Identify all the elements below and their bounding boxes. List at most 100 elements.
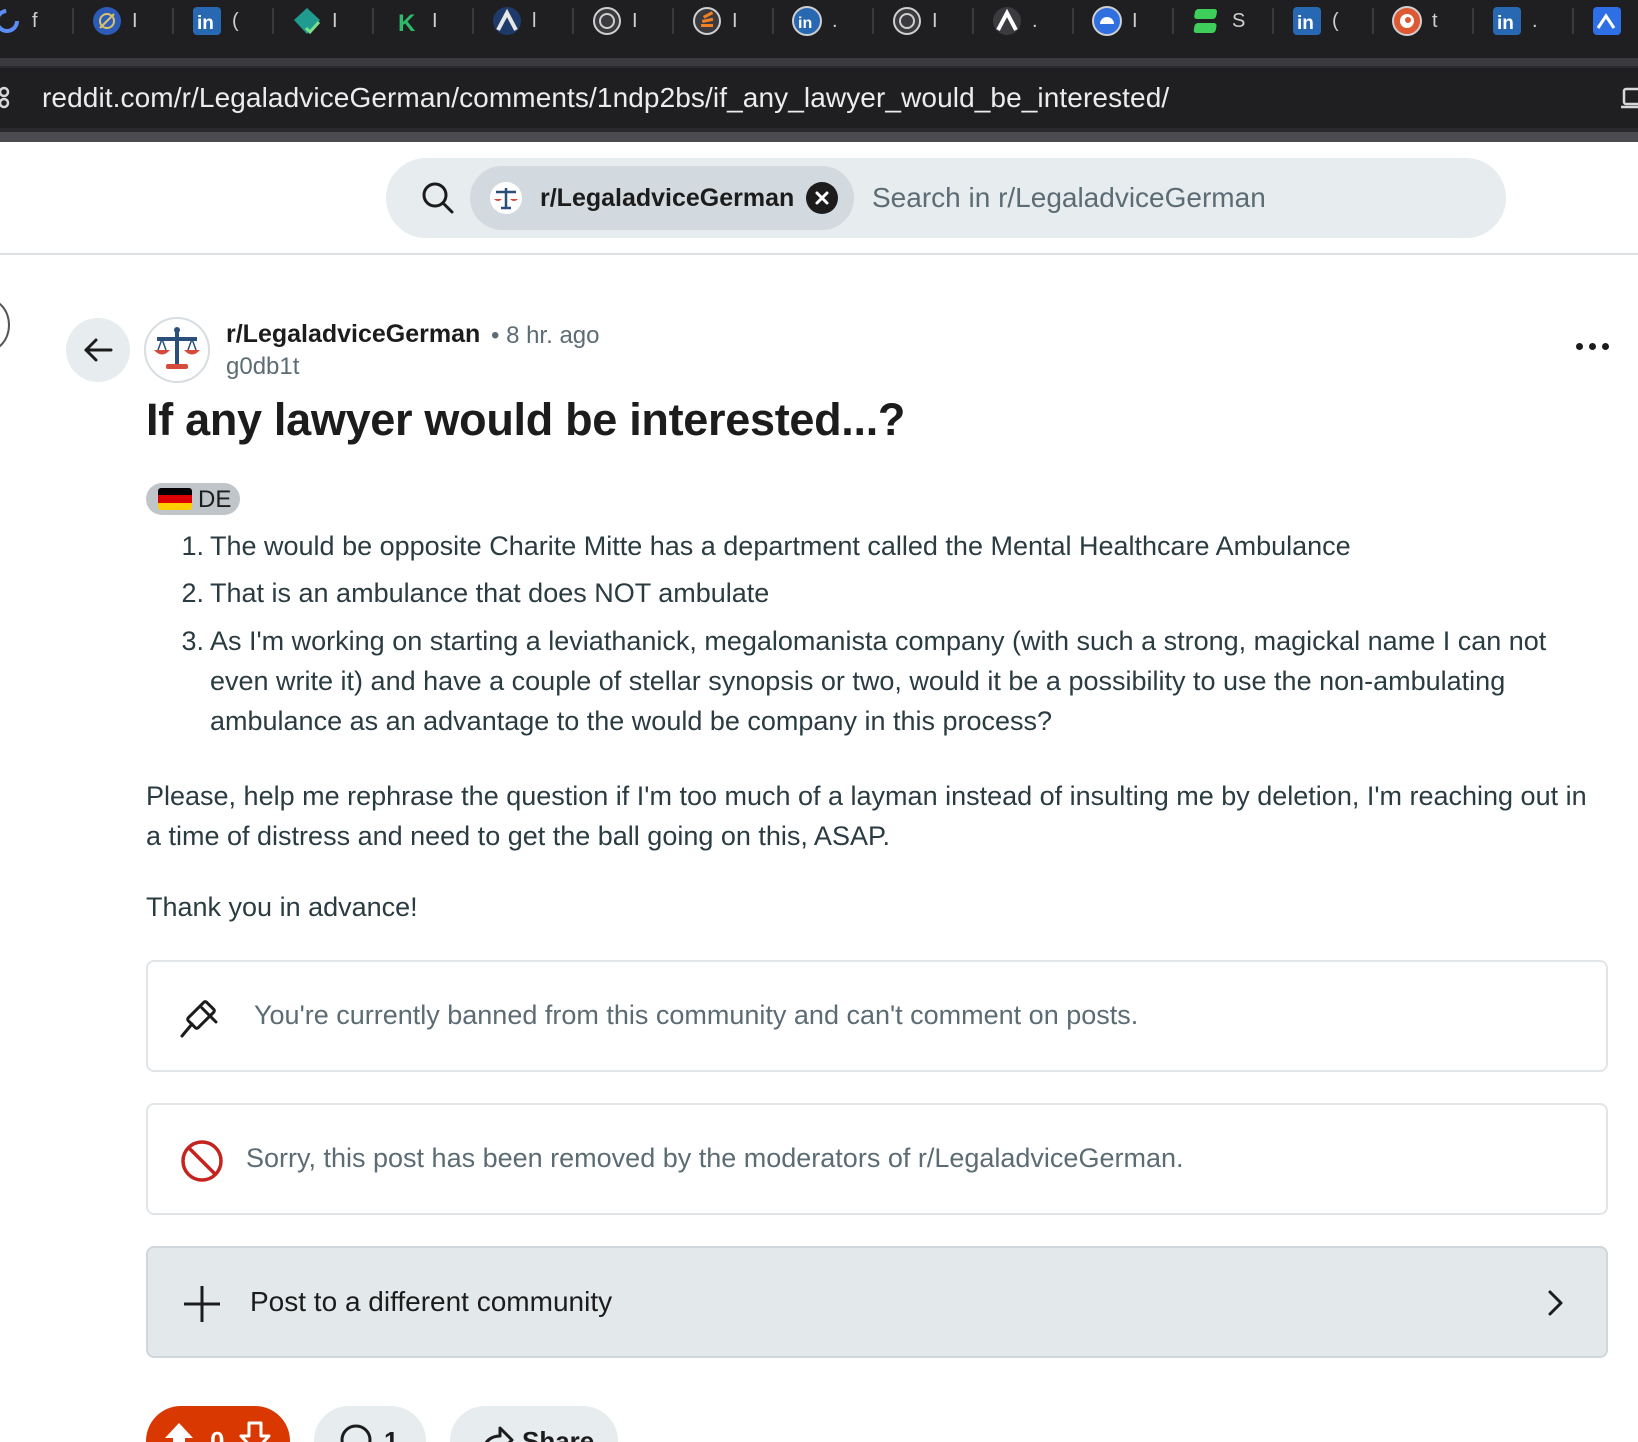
browser-tab[interactable]: I: [276, 0, 376, 42]
linkedin-icon: in: [1492, 6, 1522, 36]
post-paragraph: Thank you in advance!: [146, 892, 418, 922]
list-item-text: That is an ambulance that does NOT ambul…: [210, 578, 770, 608]
browser-tab[interactable]: I: [876, 0, 976, 42]
share-arrow-icon: [484, 1426, 514, 1442]
tab-title: I: [432, 10, 438, 32]
diamond-check-icon: [292, 6, 322, 36]
downvote-icon[interactable]: [238, 1420, 272, 1442]
browser-tab[interactable]: in .: [776, 0, 876, 42]
svg-text:in: in: [1297, 13, 1314, 34]
arch-logo-icon: [492, 6, 522, 36]
vote-pill: 0: [146, 1406, 290, 1442]
post-author-link[interactable]: g0db1t: [226, 353, 299, 381]
tab-title: I: [1132, 10, 1138, 32]
address-bar-divider: [0, 132, 1638, 142]
linkedin-icon: in: [192, 6, 222, 36]
browser-tab[interactable]: in .: [1476, 0, 1576, 42]
browser-tab[interactable]: .: [976, 0, 1076, 42]
tab-title: (: [232, 10, 239, 32]
subreddit-avatar[interactable]: [144, 317, 210, 383]
tab-title: I: [732, 10, 738, 32]
tab-title: (: [1332, 10, 1339, 32]
post-paragraph: Please, help me rephrase the question if…: [146, 781, 1587, 851]
browser-tab[interactable]: I: [576, 0, 676, 42]
search-input[interactable]: r/LegaladviceGerman Search in r/Legaladv…: [386, 158, 1506, 238]
globe-icon: [592, 6, 622, 36]
browser-tab[interactable]: I: [76, 0, 176, 42]
tab-title: .: [1032, 10, 1038, 32]
search-placeholder: Search in r/LegaladviceGerman: [872, 182, 1266, 213]
list-item-number: 1.: [181, 531, 204, 561]
vote-count: 0: [210, 1426, 225, 1442]
site-info-icon[interactable]: [0, 82, 16, 112]
svg-text:K: K: [398, 10, 416, 36]
laptop-icon[interactable]: [1620, 86, 1638, 110]
comments-button[interactable]: 1: [314, 1406, 426, 1442]
upvote-icon[interactable]: [162, 1420, 196, 1442]
tab-title: t: [1432, 10, 1438, 32]
share-button[interactable]: Share: [450, 1406, 618, 1442]
search-icon: [420, 180, 456, 216]
loading-spinner-icon: [0, 6, 22, 36]
left-nav-toggle[interactable]: [0, 298, 10, 352]
more-options-icon[interactable]: [1572, 326, 1614, 368]
browser-tab[interactable]: t: [1376, 0, 1476, 42]
tabstrip-divider: [0, 58, 1638, 66]
scales-of-justice-icon: [154, 327, 200, 369]
list-item-text: As I'm working on starting a leviathanic…: [210, 626, 1547, 736]
sunrise-logo-icon: [1092, 6, 1122, 36]
browser-tab[interactable]: K I: [376, 0, 476, 42]
unlink-icon: [92, 6, 122, 36]
german-flag-icon: [158, 488, 192, 510]
tab-title: I: [632, 10, 638, 32]
post-title: If any lawyer would be interested...?: [146, 394, 906, 445]
svg-text:in: in: [1497, 13, 1514, 34]
browser-tab[interactable]: S: [1176, 0, 1276, 42]
list-item-text: The would be opposite Charite Mitte has …: [210, 531, 1351, 561]
tab-title: S: [1232, 10, 1246, 32]
address-bar: reddit.com/r/LegaladviceGerman/comments/…: [0, 66, 1638, 132]
plus-icon: [182, 1284, 222, 1324]
removed-notice-text: Sorry, this post has been removed by the…: [246, 1143, 1184, 1173]
globe-icon: [892, 6, 922, 36]
browser-tab[interactable]: [1576, 0, 1638, 42]
flair-label: DE: [198, 486, 232, 513]
back-button[interactable]: [66, 318, 130, 382]
linkedin-icon: in: [1292, 6, 1322, 36]
browser-tab[interactable]: f: [0, 0, 76, 42]
tab-title: .: [832, 10, 838, 32]
tab-title: I: [332, 10, 338, 32]
clear-community-close-icon[interactable]: [806, 182, 838, 214]
post-to-different-community-label: Post to a different community: [250, 1286, 613, 1317]
post-flair[interactable]: DE: [146, 483, 240, 515]
banned-notice-text: You're currently banned from this commun…: [254, 1000, 1139, 1030]
chevron-right-icon: [1540, 1288, 1570, 1318]
svg-text:in: in: [798, 15, 812, 32]
post-timestamp: • 8 hr. ago: [491, 322, 600, 349]
browser-tab[interactable]: I: [676, 0, 776, 42]
address-field[interactable]: reddit.com/r/LegaladviceGerman/comments/…: [0, 68, 1638, 128]
comment-bubble-icon: [340, 1424, 372, 1442]
tab-title: f: [32, 10, 38, 32]
subreddit-name-link[interactable]: r/LegaladviceGerman: [226, 320, 480, 349]
tab-title: I: [932, 10, 938, 32]
address-url[interactable]: reddit.com/r/LegaladviceGerman/comments/…: [42, 82, 1169, 114]
gavel-icon: [178, 994, 226, 1042]
stack-overflow-icon: [692, 6, 722, 36]
list-item-number: 2.: [181, 578, 204, 608]
blue-app-icon: [1592, 6, 1622, 36]
post-to-different-community-button[interactable]: Post to a different community: [146, 1246, 1608, 1358]
duckduckgo-icon: [1392, 6, 1422, 36]
banned-notice: You're currently banned from this commun…: [146, 960, 1608, 1072]
k-logo-icon: K: [392, 6, 422, 36]
tab-title: l: [532, 10, 537, 32]
browser-tab[interactable]: in (: [1276, 0, 1376, 42]
tab-title: I: [132, 10, 138, 32]
browser-tab[interactable]: in (: [176, 0, 276, 42]
browser-tab[interactable]: l: [476, 0, 576, 42]
browser-tab[interactable]: I: [1076, 0, 1176, 42]
site-header: r/LegaladviceGerman Search in r/Legaladv…: [0, 142, 1638, 255]
search-community-chip[interactable]: r/LegaladviceGerman: [470, 166, 854, 230]
removed-notice: Sorry, this post has been removed by the…: [146, 1103, 1608, 1215]
arrow-left-icon: [84, 338, 113, 362]
